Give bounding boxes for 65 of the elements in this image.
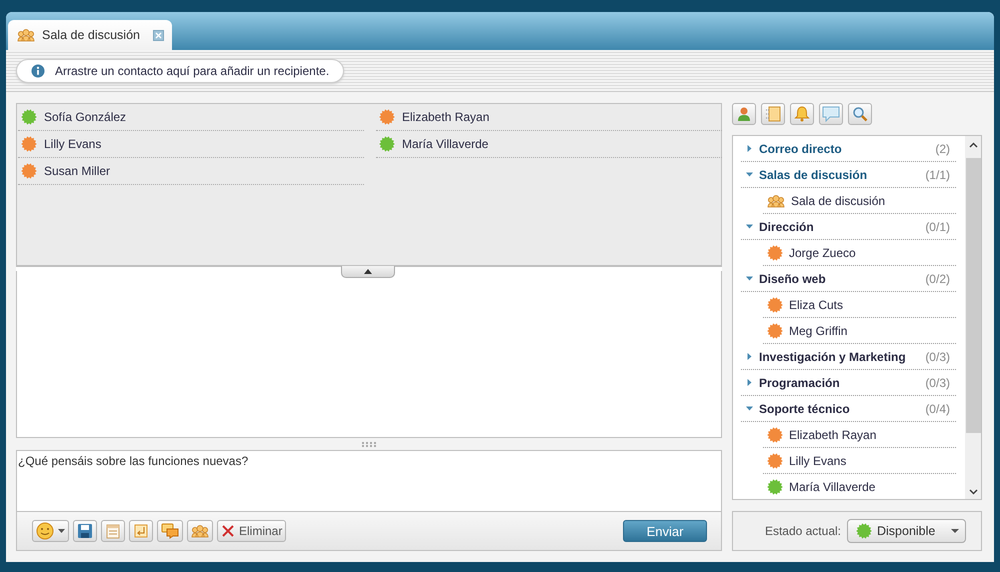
contact-item[interactable]: Eliza Cuts xyxy=(763,292,956,318)
info-icon xyxy=(31,64,45,78)
contact-item[interactable]: Jorge Zueco xyxy=(763,240,956,266)
caret-icon xyxy=(58,529,65,533)
people-group-icon xyxy=(767,194,785,208)
chat-room-tab[interactable]: Sala de discusión xyxy=(8,20,172,50)
up-arrow-icon xyxy=(364,269,372,274)
expanded-arrow-icon[interactable] xyxy=(745,222,754,231)
expanded-arrow-icon[interactable] xyxy=(745,404,754,413)
search-button[interactable] xyxy=(848,103,872,125)
group-row[interactable]: Diseño web (0/2) xyxy=(741,266,956,292)
group-row[interactable]: Salas de discusión (1/1) xyxy=(741,162,956,188)
close-icon[interactable] xyxy=(152,30,164,40)
resize-grip-icon[interactable] xyxy=(361,442,377,446)
insert-return-button[interactable] xyxy=(129,520,153,542)
send-button[interactable]: Enviar xyxy=(623,520,707,542)
contact-item[interactable]: Meg Griffin xyxy=(763,318,956,344)
scroll-down-icon[interactable] xyxy=(968,489,978,495)
person-icon xyxy=(737,106,751,122)
save-button[interactable] xyxy=(73,520,97,542)
scrollbar[interactable] xyxy=(965,136,981,499)
collapse-handle[interactable] xyxy=(341,266,395,278)
close-icon xyxy=(221,524,235,538)
message-input[interactable]: ¿Qué pensáis sobre las funciones nuevas? xyxy=(17,451,721,512)
people-group-icon xyxy=(191,524,209,538)
speech-bubbles-icon xyxy=(161,523,179,539)
expanded-arrow-icon[interactable] xyxy=(745,170,754,179)
delete-button[interactable]: Eliminar xyxy=(217,520,286,542)
recipient-item[interactable]: Elizabeth Rayan xyxy=(376,104,722,131)
add-contact-button[interactable] xyxy=(732,103,756,125)
scroll-up-icon[interactable] xyxy=(968,142,978,148)
recipient-item[interactable]: María Villaverde xyxy=(376,131,722,158)
smiley-icon xyxy=(36,522,54,540)
contact-item[interactable]: Lilly Evans xyxy=(763,448,956,474)
bell-icon xyxy=(794,106,810,122)
recipient-item[interactable]: Susan Miller xyxy=(18,158,364,185)
room-item[interactable]: Sala de discusión xyxy=(763,188,956,214)
collapsed-arrow-icon[interactable] xyxy=(745,378,754,387)
recipient-item[interactable]: Sofía González xyxy=(18,104,364,131)
contact-item[interactable]: Elizabeth Rayan xyxy=(763,422,956,448)
status-label: Estado actual: xyxy=(764,524,841,538)
status-dropdown[interactable]: Disponible xyxy=(847,519,966,543)
emoji-button[interactable] xyxy=(32,520,69,542)
expanded-arrow-icon[interactable] xyxy=(745,274,754,283)
group-row[interactable]: Soporte técnico (0/4) xyxy=(741,396,956,422)
search-icon xyxy=(852,106,868,122)
group-row[interactable]: Correo directo (2) xyxy=(741,136,956,162)
notifications-button[interactable] xyxy=(790,103,814,125)
group-row[interactable]: Investigación y Marketing (0/3) xyxy=(741,344,956,370)
speech-bubbles-button[interactable] xyxy=(157,520,183,542)
contact-list-button[interactable] xyxy=(761,103,785,125)
caret-icon xyxy=(951,529,959,533)
group-row[interactable]: Programación (0/3) xyxy=(741,370,956,396)
notebook-icon xyxy=(765,106,781,122)
group-row[interactable]: Dirección (0/1) xyxy=(741,214,956,240)
calendar-icon xyxy=(105,523,121,539)
collapsed-arrow-icon[interactable] xyxy=(745,352,754,361)
people-group-icon xyxy=(17,28,35,42)
speech-bubble-icon xyxy=(822,106,840,122)
info-hint: Arrastre un contacto aquí para añadir un recipiente. xyxy=(16,58,344,82)
contact-item[interactable]: María Villaverde xyxy=(763,474,956,499)
collapsed-arrow-icon[interactable] xyxy=(745,144,754,153)
people-group-button[interactable] xyxy=(187,520,213,542)
recipient-item[interactable]: Lilly Evans xyxy=(18,131,364,158)
chat-bubble-button[interactable] xyxy=(819,103,843,125)
